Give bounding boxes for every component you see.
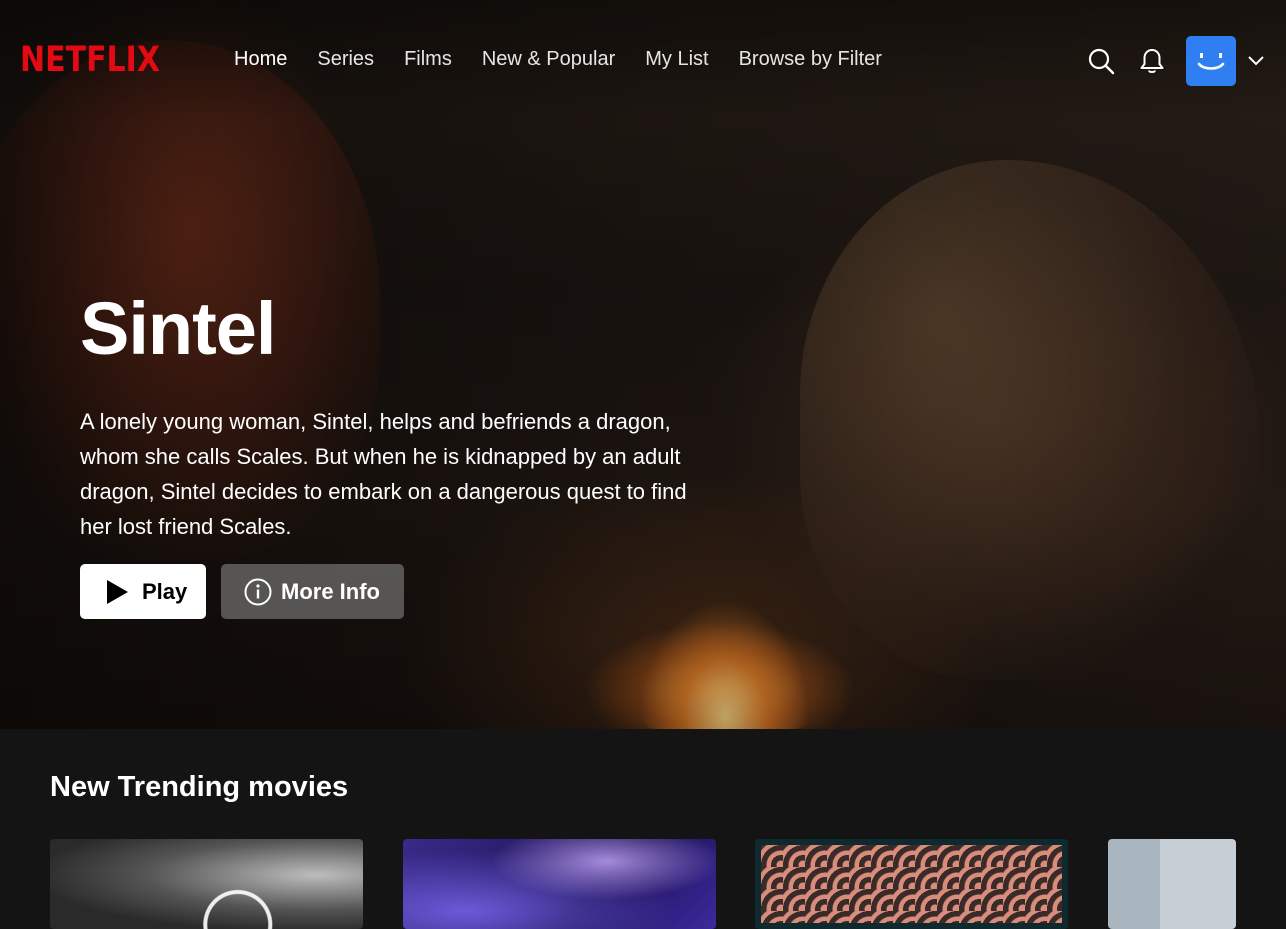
nav-item-home[interactable]: Home	[234, 48, 287, 71]
play-icon	[107, 579, 128, 604]
smiley-face-icon	[1197, 53, 1225, 70]
row-title: New Trending movies	[50, 771, 349, 803]
trending-card-4[interactable]	[1108, 839, 1236, 929]
more-info-button[interactable]: More Info	[221, 564, 404, 619]
chevron-down-icon[interactable]	[1247, 53, 1265, 67]
trending-card-3[interactable]	[755, 839, 1068, 929]
netflix-logo[interactable]: NETFLIX	[20, 40, 160, 80]
nav-item-series[interactable]: Series	[317, 48, 374, 71]
more-info-button-label: More Info	[281, 578, 380, 604]
play-button[interactable]: Play	[80, 564, 206, 619]
hero-description: A lonely young woman, Sintel, helps and …	[80, 409, 687, 539]
nav-item-films[interactable]: Films	[404, 48, 452, 71]
top-navigation: NETFLIX Home Series Films New & Popular …	[0, 0, 1286, 120]
search-icon[interactable]	[1087, 47, 1115, 75]
profile-avatar[interactable]	[1186, 36, 1236, 86]
nav-item-browse-by-filter[interactable]: Browse by Filter	[739, 48, 882, 71]
play-button-label: Play	[142, 578, 188, 604]
bell-icon[interactable]	[1138, 47, 1166, 75]
trending-card-1[interactable]	[50, 839, 363, 929]
nav-item-new-popular[interactable]: New & Popular	[482, 48, 615, 71]
nav-item-my-list[interactable]: My List	[645, 48, 708, 71]
nav-links: Home Series Films New & Popular My List …	[234, 48, 882, 71]
info-icon	[244, 578, 272, 605]
hero-title: Sintel	[80, 287, 276, 370]
trending-card-2[interactable]	[403, 839, 716, 929]
